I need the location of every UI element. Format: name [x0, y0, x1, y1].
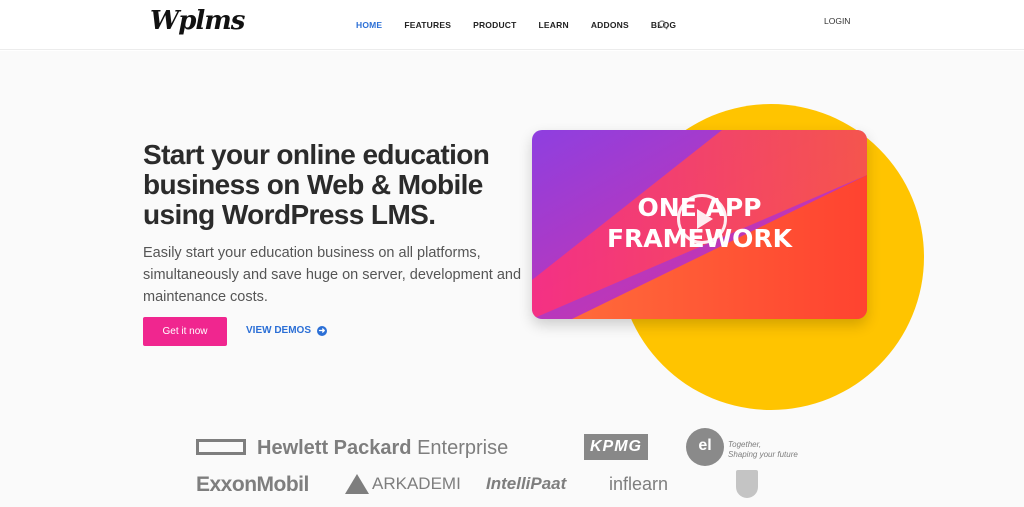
nav-product[interactable]: PRODUCT	[473, 20, 516, 30]
crest-icon	[736, 470, 758, 498]
view-demos-label: VIEW DEMOS	[246, 325, 312, 336]
promo-video[interactable]: ONE APP FRAMEWORK	[532, 130, 867, 319]
arkademi-mark-icon	[345, 474, 369, 494]
el-logo-mark: el	[686, 428, 724, 466]
el-tagline-2: Shaping your future	[728, 450, 798, 459]
nav-home[interactable]: HOME	[356, 20, 382, 30]
get-it-now-button[interactable]: Get it now	[143, 317, 227, 346]
nav-features[interactable]: FEATURES	[404, 20, 451, 30]
arkademi-label: ARKADEMI	[372, 474, 461, 493]
el-logo-tagline: Together, Shaping your future	[728, 440, 798, 460]
hero-title: Start your online education business on …	[143, 139, 490, 230]
intellipaat-logo: IntelliPaat	[486, 474, 567, 493]
main-nav: HOME FEATURES PRODUCT LEARN ADDONS BLOG	[356, 20, 698, 30]
video-title-line-2: FRAMEWORK	[606, 224, 793, 253]
college-crest-logo	[736, 467, 806, 501]
hero-subtitle: Easily start your education business on …	[143, 245, 522, 305]
exxonmobil-logo: ExxonMobil	[196, 473, 309, 496]
site-logo[interactable]: Wplms	[150, 6, 245, 36]
video-title: ONE APP FRAMEWORK	[532, 192, 867, 254]
hpe-logo-mark	[196, 439, 246, 455]
kpmg-logo: KPMG	[584, 434, 648, 460]
arkademi-logo: ARKADEMI	[345, 474, 461, 494]
site-header: Wplms HOME FEATURES PRODUCT LEARN ADDONS…	[0, 0, 1024, 50]
inflearn-logo: inflearn	[609, 474, 669, 494]
arrow-right-circle-icon: ➜	[317, 325, 328, 336]
login-link[interactable]: LOGIN	[824, 16, 850, 26]
el-tagline-1: Together,	[728, 440, 762, 449]
search-icon[interactable]	[658, 17, 670, 30]
view-demos-link[interactable]: VIEW DEMOS ➜	[246, 325, 328, 336]
hpe-logo-rest: Enterprise	[411, 437, 509, 459]
hpe-logo-bold: Hewlett Packard	[257, 437, 412, 459]
nav-learn[interactable]: LEARN	[539, 20, 569, 30]
nav-addons[interactable]: ADDONS	[591, 20, 629, 30]
video-title-line-1: ONE APP	[637, 193, 762, 222]
hpe-logo: Hewlett Packard Enterprise	[257, 437, 508, 460]
